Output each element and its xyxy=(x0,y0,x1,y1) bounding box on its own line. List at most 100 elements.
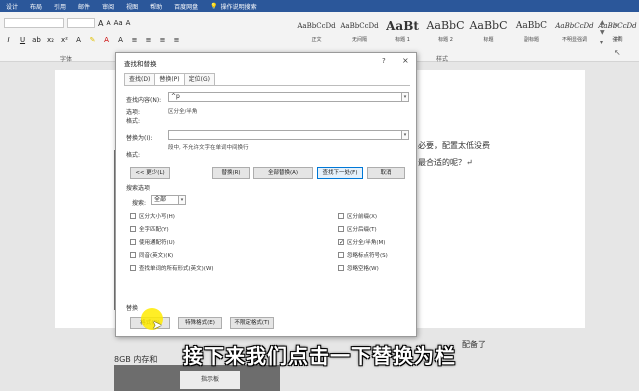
options-value: 区分全/半角 xyxy=(168,109,198,115)
editing-group: ⌕ ⇄ ↖ xyxy=(614,18,621,60)
style-heading-1[interactable]: AaBt 标题 1 xyxy=(382,16,423,50)
menu-baidu[interactable]: 百度网盘 xyxy=(174,2,198,11)
highlight-icon[interactable]: ✎ xyxy=(88,36,97,44)
chevron-down-icon[interactable]: ▼ xyxy=(600,28,610,38)
checkbox-box xyxy=(130,226,136,232)
doc-text-line-2: 最合适的呢？↵ xyxy=(418,158,473,167)
char-shade-icon[interactable]: A xyxy=(116,36,125,44)
checkbox-width[interactable]: ✓ 区分全/半角(M) xyxy=(338,238,385,246)
checkbox-ignore-punct[interactable]: 忽略标点符号(S) xyxy=(338,251,388,259)
menu-view[interactable]: 视图 xyxy=(126,2,138,11)
checkbox-box xyxy=(130,213,136,219)
special-button[interactable]: 特殊格式(E) xyxy=(178,317,222,329)
options-label: 选项: xyxy=(126,109,141,116)
tell-me[interactable]: 💡 操作说明搜索 xyxy=(210,2,257,11)
checkbox-box xyxy=(130,239,136,245)
mouse-cursor-icon: ➤ xyxy=(152,318,163,332)
clear-format-icon[interactable]: A xyxy=(126,19,131,27)
menu-design[interactable]: 设计 xyxy=(6,2,18,11)
checkbox-box xyxy=(130,252,136,258)
checkbox-whole-word[interactable]: 全字匹配(Y) xyxy=(130,225,169,233)
close-icon[interactable]: × xyxy=(402,56,409,65)
font-group-label: 字体 xyxy=(60,56,73,63)
less-button[interactable]: << 更少(L) xyxy=(130,167,170,179)
checkbox-box xyxy=(338,213,344,219)
more-styles-icon[interactable]: ▾ xyxy=(600,38,610,48)
font-name-combo[interactable] xyxy=(4,18,64,28)
checkbox-word-forms[interactable]: 查找单词的所有形式(英文)(W) xyxy=(130,264,214,272)
menu-mailings[interactable]: 邮件 xyxy=(78,2,90,11)
search-select[interactable]: 全部 xyxy=(151,195,179,205)
underline-icon[interactable]: U xyxy=(18,36,27,44)
style-subtitle[interactable]: AaBbC 副标题 xyxy=(511,16,552,50)
replace-format-value: 段中, 不允许文字在单词中间换行 xyxy=(168,145,249,151)
chevron-up-icon[interactable]: ▲ xyxy=(600,18,610,28)
search-options-title: 搜索选项 xyxy=(126,185,151,192)
find-icon[interactable]: ⌕ xyxy=(614,18,621,32)
tab-divider xyxy=(124,85,410,86)
find-dropdown-icon[interactable]: ▾ xyxy=(401,92,409,102)
replace-all-button[interactable]: 全部替换(A) xyxy=(253,167,313,179)
checkbox-box xyxy=(338,252,344,258)
doc-image-label: 指示板 xyxy=(180,371,240,389)
text-effect-icon[interactable]: A xyxy=(74,36,83,44)
replace-button[interactable]: 替换(R) xyxy=(212,167,250,179)
styles-group-label: 样式 xyxy=(436,56,449,63)
style-normal[interactable]: AaBbCcDd 正文 xyxy=(296,16,337,50)
checkbox-match-prefix[interactable]: 区分前缀(X) xyxy=(338,212,377,220)
find-input[interactable]: ^p xyxy=(168,92,402,102)
align-left-icon[interactable]: ≡ xyxy=(130,36,139,44)
checkbox-sounds-like[interactable]: 同音(英文)(K) xyxy=(130,251,173,259)
align-center-icon[interactable]: ≡ xyxy=(144,36,153,44)
checkbox-wildcards[interactable]: 使用通配符(U) xyxy=(130,238,175,246)
doc-text-line-1: 必要，配置太低没费 xyxy=(418,141,490,150)
menu-layout[interactable]: 布局 xyxy=(30,2,42,11)
find-next-button[interactable]: 查找下一处(F) xyxy=(317,167,363,179)
tell-me-label: 操作说明搜索 xyxy=(220,3,257,11)
shrink-font-icon[interactable]: A xyxy=(106,20,110,27)
change-case-icon[interactable]: Aa xyxy=(114,19,123,27)
align-right-icon[interactable]: ≡ xyxy=(158,36,167,44)
superscript-icon[interactable]: x² xyxy=(60,36,69,44)
menu-review[interactable]: 审阅 xyxy=(102,2,114,11)
find-replace-dialog: 查找和替换 ? × 查找(D) 替换(P) 定位(G) 查找内容(N): ^p … xyxy=(115,52,417,337)
find-label: 查找内容(N): xyxy=(126,97,162,104)
checkbox-ignore-space[interactable]: 忽略空格(W) xyxy=(338,264,379,272)
style-heading-2[interactable]: AaBbC 标题 2 xyxy=(425,16,466,50)
strikethrough-icon[interactable]: ab xyxy=(32,36,41,44)
styles-scroll[interactable]: ▲ ▼ ▾ xyxy=(600,18,610,48)
replace-input[interactable] xyxy=(168,130,402,140)
checkbox-box xyxy=(130,265,136,271)
checkmark-icon: ✓ xyxy=(338,239,345,246)
no-format-button[interactable]: 不限定格式(T) xyxy=(230,317,274,329)
menu-references[interactable]: 引用 xyxy=(54,2,66,11)
style-no-spacing[interactable]: AaBbCcDd 无间隔 xyxy=(339,16,380,50)
checkbox-match-case[interactable]: 区分大小写(H) xyxy=(130,212,175,220)
find-format-label: 格式: xyxy=(126,118,141,125)
style-title[interactable]: AaBbC 标题 xyxy=(468,16,509,50)
subscript-icon[interactable]: x₂ xyxy=(46,36,55,44)
replace-section-title: 替换 xyxy=(126,305,139,312)
tab-goto[interactable]: 定位(G) xyxy=(183,73,215,85)
select-icon[interactable]: ↖ xyxy=(614,46,621,60)
replace-format-label: 格式: xyxy=(126,152,141,159)
checkbox-box xyxy=(338,226,344,232)
font-size-combo[interactable] xyxy=(67,18,95,28)
dialog-title: 查找和替换 xyxy=(124,60,157,68)
search-dropdown-icon[interactable]: ▾ xyxy=(178,195,186,205)
font-color-icon[interactable]: A xyxy=(102,36,111,44)
grow-font-icon[interactable]: A xyxy=(98,19,103,28)
style-subtle-emphasis[interactable]: AaBbCcDd 不明显强调 xyxy=(554,16,595,50)
replace-icon[interactable]: ⇄ xyxy=(614,32,621,46)
replace-dropdown-icon[interactable]: ▾ xyxy=(401,130,409,140)
menu-help[interactable]: 帮助 xyxy=(150,2,162,11)
font-controls: A A Aa A xyxy=(4,18,130,28)
justify-icon[interactable]: ≡ xyxy=(172,36,181,44)
format-controls: I U ab x₂ x² A ✎ A A ≡ ≡ ≡ ≡ xyxy=(4,36,181,44)
tab-find[interactable]: 查找(D) xyxy=(124,73,156,85)
checkbox-match-suffix[interactable]: 区分后缀(T) xyxy=(338,225,377,233)
cancel-button[interactable]: 取消 xyxy=(367,167,405,179)
italic-icon[interactable]: I xyxy=(4,36,13,44)
video-subtitle: 接下来我们点击一下替换为栏 xyxy=(183,344,456,368)
help-icon[interactable]: ? xyxy=(382,57,386,65)
